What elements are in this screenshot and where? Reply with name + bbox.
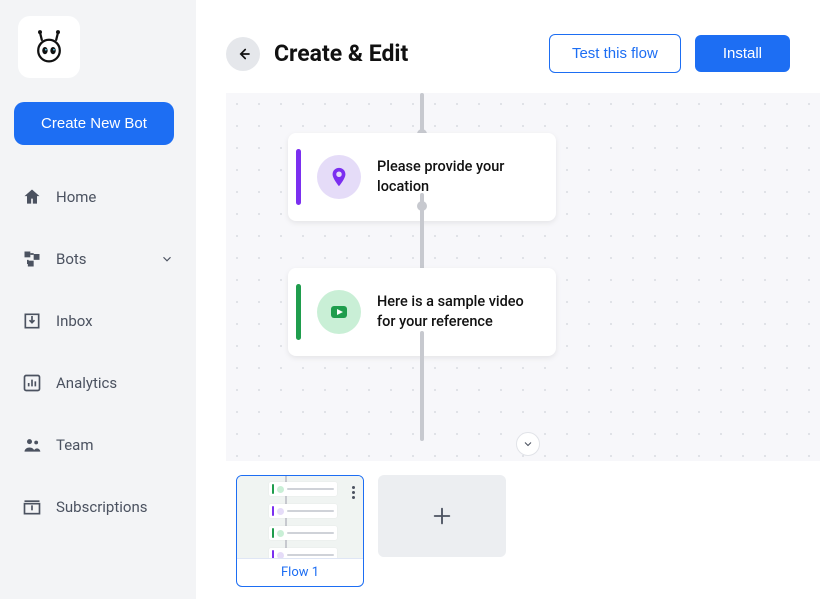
- flow-thumbnail-active[interactable]: Flow 1: [236, 475, 364, 587]
- play-video-icon: [317, 290, 361, 334]
- flow-canvas[interactable]: Please provide your location Here is a s…: [226, 93, 820, 461]
- flow-thumbnails-strip: Flow 1: [196, 461, 820, 599]
- flow-node-dot: [417, 201, 427, 211]
- plus-icon: [431, 505, 453, 527]
- inbox-icon: [22, 311, 42, 331]
- arrow-left-icon: [234, 45, 252, 63]
- sidebar-item-label: Home: [56, 188, 96, 206]
- flow-connector: [420, 93, 424, 133]
- chevron-down-icon: [522, 438, 534, 450]
- test-flow-button[interactable]: Test this flow: [549, 34, 681, 73]
- sidebar-item-analytics[interactable]: Analytics: [14, 361, 182, 405]
- sidebar-item-label: Subscriptions: [56, 498, 147, 516]
- scroll-down-button[interactable]: [516, 432, 540, 456]
- topbar: Create & Edit Test this flow Install: [196, 0, 820, 93]
- sidebar-item-label: Inbox: [56, 312, 93, 330]
- sidebar-item-label: Team: [56, 436, 94, 454]
- card-accent: [296, 149, 301, 205]
- card-text: Here is a sample video for your referenc…: [377, 292, 536, 331]
- subscriptions-icon: [22, 497, 42, 517]
- sidebar-nav: Home Bots Inbox Analytics Team Subscript…: [14, 175, 182, 545]
- sidebar-item-subscriptions[interactable]: Subscriptions: [14, 485, 182, 529]
- sidebar-item-team[interactable]: Team: [14, 423, 182, 467]
- install-button[interactable]: Install: [695, 35, 790, 72]
- thumbnail-menu-button[interactable]: [348, 482, 359, 503]
- add-flow-button[interactable]: [378, 475, 506, 557]
- sidebar-item-bots[interactable]: Bots: [14, 237, 182, 281]
- card-accent: [296, 284, 301, 340]
- bots-icon: [22, 249, 42, 269]
- sidebar-item-home[interactable]: Home: [14, 175, 182, 219]
- thumbnail-preview: [237, 476, 363, 558]
- sidebar-item-label: Bots: [56, 250, 87, 268]
- main-area: Create & Edit Test this flow Install Ple…: [196, 0, 820, 599]
- sidebar-item-inbox[interactable]: Inbox: [14, 299, 182, 343]
- flow-connector: [420, 331, 424, 441]
- thumbnail-label: Flow 1: [237, 558, 363, 586]
- back-button[interactable]: [226, 37, 260, 71]
- location-pin-icon: [317, 155, 361, 199]
- chevron-down-icon: [160, 252, 174, 266]
- create-new-bot-button[interactable]: Create New Bot: [14, 102, 174, 145]
- page-title: Create & Edit: [274, 40, 535, 67]
- analytics-icon: [22, 373, 42, 393]
- app-logo: [18, 16, 80, 78]
- bot-logo-icon: [31, 29, 67, 65]
- card-text: Please provide your location: [377, 157, 536, 196]
- home-icon: [22, 187, 42, 207]
- team-icon: [22, 435, 42, 455]
- sidebar: Create New Bot Home Bots Inbox Analytics…: [0, 0, 196, 599]
- sidebar-item-label: Analytics: [56, 374, 117, 392]
